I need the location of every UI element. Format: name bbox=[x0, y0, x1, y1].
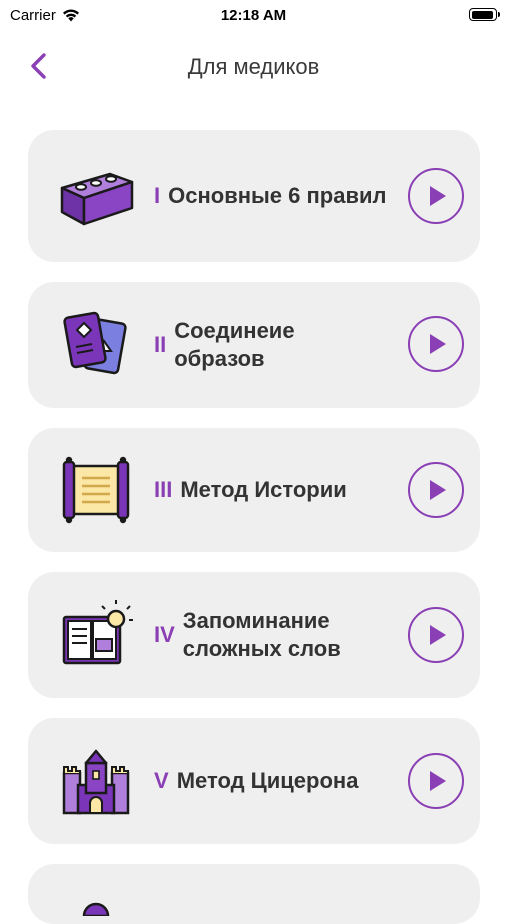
lesson-title-text: Основные 6 правил bbox=[168, 183, 387, 208]
play-button[interactable] bbox=[408, 168, 464, 224]
play-icon bbox=[430, 771, 446, 791]
lesson-title: III Метод Истории bbox=[154, 460, 388, 520]
lesson-title: II Соединеие образов bbox=[154, 315, 388, 375]
play-icon bbox=[430, 186, 446, 206]
castle-icon bbox=[62, 749, 130, 815]
lesson-numeral: I bbox=[154, 183, 161, 208]
lesson-title-text: Соединеие образов bbox=[174, 318, 295, 371]
lesson-title-text: Метод Истории bbox=[180, 477, 347, 502]
lesson-title: I Основные 6 правил bbox=[154, 166, 388, 226]
play-button[interactable] bbox=[408, 462, 464, 518]
lesson-numeral: V bbox=[154, 768, 169, 793]
scroll-icon bbox=[62, 456, 130, 524]
lesson-title-text: Запоминание сложных слов bbox=[182, 608, 341, 661]
lesson-card-5[interactable]: V Метод Цицерона bbox=[28, 718, 480, 844]
battery-icon bbox=[469, 8, 500, 21]
status-time: 12:18 AM bbox=[220, 7, 287, 24]
lesson-card-3[interactable]: III Метод Истории bbox=[28, 428, 480, 552]
lesson-card-2[interactable]: II Соединеие образов bbox=[28, 282, 480, 408]
lesson-numeral: IV bbox=[154, 622, 175, 647]
brick-icon bbox=[60, 172, 134, 226]
play-button[interactable] bbox=[408, 316, 464, 372]
lesson-title-text: Метод Цицерона bbox=[176, 768, 359, 793]
lesson-card-4[interactable]: IV Запоминание сложных слов bbox=[28, 572, 480, 698]
status-bar: Carrier 12:18 AM bbox=[0, 0, 507, 32]
lesson-numeral: III bbox=[154, 477, 173, 502]
book-icon bbox=[62, 600, 133, 665]
cards-icon bbox=[63, 311, 127, 375]
play-button[interactable] bbox=[408, 753, 464, 809]
play-icon bbox=[430, 625, 446, 645]
lesson-card-1[interactable]: I Основные 6 правил bbox=[28, 130, 480, 262]
partial-lesson-icon bbox=[82, 902, 110, 916]
lesson-card-6[interactable] bbox=[28, 864, 480, 924]
play-icon bbox=[430, 480, 446, 500]
play-icon bbox=[430, 334, 446, 354]
lesson-title: V Метод Цицерона bbox=[154, 751, 388, 811]
page-title: Для медиков bbox=[187, 54, 320, 79]
lesson-numeral: II bbox=[154, 332, 167, 357]
play-button[interactable] bbox=[408, 607, 464, 663]
lesson-title: IV Запоминание сложных слов bbox=[154, 605, 388, 665]
navigation-bar: Для медиков bbox=[0, 40, 507, 94]
